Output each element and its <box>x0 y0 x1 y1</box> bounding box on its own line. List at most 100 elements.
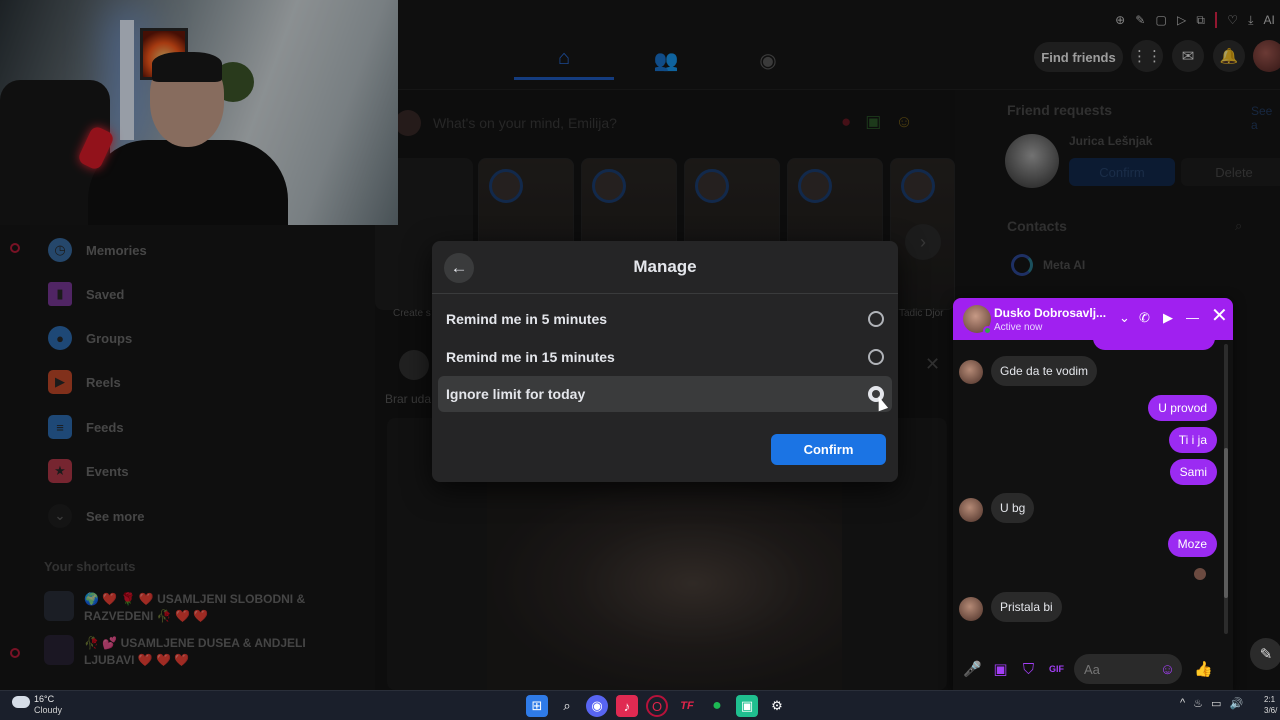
clock-time: 2:1 <box>1264 695 1276 704</box>
chat-contact-name[interactable]: Dusko Dobrosavlj... <box>994 306 1114 320</box>
sidebar-item-groups[interactable]: ● Groups <box>48 318 132 358</box>
groups-tab[interactable]: ◉ <box>718 40 818 80</box>
sidebar-item-feeds[interactable]: ≡ Feeds <box>48 407 124 447</box>
meta-ai-icon <box>1011 254 1033 276</box>
display-icon[interactable]: ▭ <box>1211 697 1221 710</box>
delete-request-button[interactable]: Delete <box>1181 158 1280 186</box>
shortcut-item[interactable]: 🌍 ❤️ 🌹 ❤️ USAMLJENI SLOBODNI & RAZVEDENI… <box>44 591 344 625</box>
requester-name[interactable]: Jurica Lešnjak <box>1069 134 1152 148</box>
tabs-icon[interactable]: ⧉ <box>1196 13 1205 28</box>
rail-icon[interactable] <box>10 648 20 658</box>
live-video-icon[interactable]: ● <box>841 112 851 132</box>
radio-button[interactable] <box>868 311 884 327</box>
avatar <box>901 169 935 203</box>
sidebar-item-label: Feeds <box>86 419 124 435</box>
chevron-down-icon[interactable]: ⌄ <box>1119 310 1130 326</box>
notifications-button[interactable]: 🔔 <box>1213 40 1245 72</box>
opera-icon[interactable]: O <box>646 695 668 717</box>
clock-date: 3/6/ <box>1264 706 1278 715</box>
close-icon[interactable]: ✕ <box>1211 306 1228 326</box>
chat-scrollbar-thumb[interactable] <box>1224 448 1228 598</box>
sidebar-item-label: Reels <box>86 374 121 390</box>
sticker-icon[interactable]: ⛉ <box>1018 661 1039 678</box>
avatar <box>959 360 983 384</box>
composer-placeholder: What's on your mind, Emilija? <box>433 115 617 131</box>
seen-indicator <box>1194 568 1206 580</box>
messenger-button[interactable]: ✉ <box>1172 40 1204 72</box>
chat-app-icon[interactable]: ▣ <box>736 695 758 717</box>
pin-icon[interactable]: ✎ <box>1135 13 1145 27</box>
emoji-icon[interactable]: ☺ <box>1157 661 1178 678</box>
sidebar-item-reels[interactable]: ▶ Reels <box>48 362 121 402</box>
volume-icon[interactable]: 🔊 <box>1229 697 1243 710</box>
window-icon[interactable]: ▢ <box>1155 13 1166 27</box>
sidebar-item-saved[interactable]: ▮ Saved <box>48 274 124 314</box>
play-icon[interactable]: ▷ <box>1177 13 1186 27</box>
ai-button[interactable]: AI <box>1264 13 1275 27</box>
photo-icon[interactable]: ▣ <box>865 112 881 132</box>
friends-icon: 👥 <box>653 49 679 72</box>
gif-icon[interactable]: GIF <box>1046 664 1067 674</box>
confirm-button[interactable]: Confirm <box>771 434 886 465</box>
sidebar-item-label: Saved <box>86 286 125 302</box>
shortcut-label: 🥀 💕 USAMLJENE DUSEA & ANDJELI LJUBAVI ❤️… <box>84 636 306 667</box>
network-icon[interactable]: ♨ <box>1193 697 1203 710</box>
zoom-icon[interactable]: ⊕ <box>1115 13 1125 27</box>
back-button[interactable]: ← <box>444 253 474 283</box>
radio-button[interactable] <box>868 349 884 365</box>
message-incoming: Gde da te vodim <box>991 356 1098 386</box>
option-ignore-limit-today[interactable]: Ignore limit for today <box>438 376 892 412</box>
windows-start-icon[interactable]: ⊞ <box>526 695 548 717</box>
tf-icon[interactable]: TF <box>676 695 698 717</box>
feeling-icon[interactable]: ☺ <box>895 112 912 132</box>
video-icon[interactable]: ▶ <box>1163 310 1173 326</box>
rail-icon[interactable] <box>10 243 20 253</box>
avatar[interactable] <box>1005 134 1059 188</box>
search-icon[interactable]: ⌕ <box>556 695 578 717</box>
discord-icon[interactable]: ◉ <box>586 695 608 717</box>
search-icon[interactable]: ⌕ <box>1235 218 1242 234</box>
profile-avatar[interactable] <box>1253 40 1280 72</box>
weather-description[interactable]: Cloudy <box>34 705 62 715</box>
find-friends-button[interactable]: Find friends <box>1034 42 1123 72</box>
phone-icon[interactable]: ✆ <box>1139 310 1150 326</box>
bell-icon: 🔔 <box>1219 48 1239 65</box>
option-remind-5-minutes[interactable]: Remind me in 5 minutes <box>438 301 892 337</box>
avatar[interactable] <box>399 350 429 380</box>
settings-app-icon[interactable]: ⚙ <box>766 695 788 717</box>
confirm-request-button[interactable]: Confirm <box>1069 158 1175 186</box>
menu-button[interactable]: ⋮⋮ <box>1131 40 1163 72</box>
stories-next-button[interactable]: › <box>905 224 941 260</box>
weather-temperature[interactable]: 16°C <box>34 694 54 704</box>
cloud-icon[interactable] <box>12 696 30 708</box>
minimize-icon[interactable]: — <box>1186 310 1199 325</box>
option-remind-15-minutes[interactable]: Remind me in 15 minutes <box>438 339 892 375</box>
like-icon[interactable]: 👍 <box>1193 660 1214 678</box>
chat-header-tab <box>1093 334 1215 350</box>
download-icon[interactable]: ⤓ <box>1248 13 1253 28</box>
friends-tab[interactable]: 👥 <box>616 40 716 80</box>
webcam-overlay <box>0 0 398 225</box>
contact-meta-ai[interactable]: Meta AI <box>1011 254 1085 276</box>
tiktok-icon[interactable]: ♪ <box>616 695 638 717</box>
new-message-button[interactable]: ✎ <box>1250 638 1280 670</box>
sidebar-see-more[interactable]: ⌄ See more <box>48 496 145 536</box>
sidebar-item-label: Groups <box>86 330 133 346</box>
shortcut-label: 🌍 ❤️ 🌹 ❤️ USAMLJENI SLOBODNI & RAZVEDENI… <box>84 592 306 623</box>
photo-icon[interactable]: ▣ <box>990 660 1011 678</box>
spotify-icon[interactable]: ● <box>706 695 728 717</box>
dialog-title: Manage <box>633 257 697 276</box>
see-all-link[interactable]: See a <box>1251 104 1280 132</box>
close-icon[interactable]: ✕ <box>925 354 940 375</box>
clock[interactable]: 2:1 3/6/ <box>1264 694 1277 716</box>
browser-accent-bar <box>1215 12 1218 28</box>
home-tab[interactable]: ⌂ <box>514 40 614 80</box>
shortcut-item[interactable]: 🥀 💕 USAMLJENE DUSEA & ANDJELI LJUBAVI ❤️… <box>44 635 344 669</box>
sidebar-item-events[interactable]: ★ Events <box>48 451 129 491</box>
chevron-up-icon[interactable]: ^ <box>1180 697 1185 710</box>
story-author-label: Tadic Djor <box>899 308 944 319</box>
divider <box>432 293 898 294</box>
favorite-icon[interactable]: ♡ <box>1227 13 1238 27</box>
microphone-icon[interactable]: 🎤 <box>962 660 983 678</box>
sidebar-item-memories[interactable]: ◷ Memories <box>48 230 147 270</box>
